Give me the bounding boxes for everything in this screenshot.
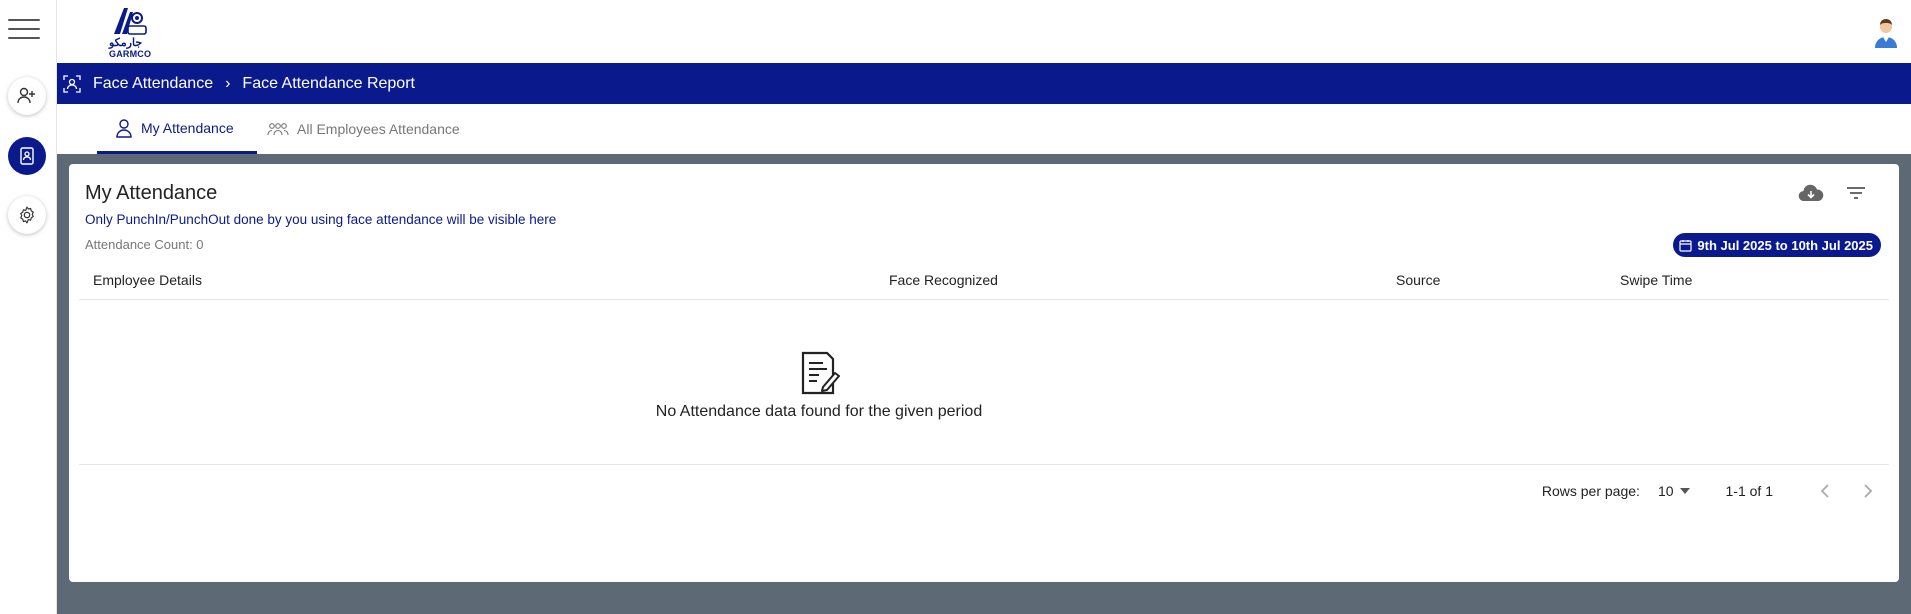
pagination: Rows per page: 10 1-1 of 1 (1542, 476, 1899, 506)
rows-per-page-select[interactable]: 10 (1658, 483, 1690, 499)
tab-label: All Employees Attendance (297, 121, 460, 137)
column-header-face-recognized: Face Recognized (889, 272, 998, 288)
date-range-chip[interactable]: 9th Jul 2025 to 10th Jul 2025 (1673, 233, 1881, 257)
tab-all-employees-attendance[interactable]: All Employees Attendance (267, 104, 460, 154)
chevron-left-icon (1820, 484, 1829, 498)
caret-down-icon (1679, 488, 1690, 494)
column-header-employee-details: Employee Details (93, 272, 202, 288)
download-button[interactable] (1796, 178, 1826, 208)
breadcrumb: Face Attendance › Face Attendance Report (57, 63, 1911, 104)
previous-page-button[interactable] (1811, 478, 1837, 504)
gear-icon (20, 206, 34, 224)
top-header: جارمكو GARMCO (57, 0, 1911, 63)
left-rail (0, 0, 57, 614)
breadcrumb-current: Face Attendance Report (242, 74, 415, 92)
add-user-icon (17, 87, 35, 104)
tab-label: My Attendance (141, 119, 234, 136)
date-range-text: 9th Jul 2025 to 10th Jul 2025 (1697, 237, 1873, 253)
rows-per-page-value: 10 (1657, 483, 1674, 499)
page-title: My Attendance (85, 182, 218, 204)
logo-text: GARMCO (109, 49, 152, 59)
face-attendance-nav-button[interactable] (8, 137, 46, 175)
next-page-button[interactable] (1855, 478, 1881, 504)
content-area: My Attendance Only PunchIn/PunchOut done… (57, 154, 1911, 614)
breadcrumb-separator: › (225, 74, 231, 92)
empty-message: No Attendance data found for the given p… (655, 403, 983, 420)
table-header: Employee Details Face Recognized Source … (79, 262, 1889, 300)
face-scan-icon (63, 74, 81, 93)
column-header-source: Source (1396, 272, 1441, 288)
calendar-icon (1679, 239, 1693, 252)
group-icon (267, 123, 289, 136)
avatar[interactable] (1873, 18, 1899, 48)
contact-book-icon (20, 147, 34, 165)
breadcrumb-parent-link[interactable]: Face Attendance (93, 75, 213, 93)
attendance-count: Attendance Count: 0 (85, 237, 204, 252)
filter-button[interactable] (1841, 178, 1871, 208)
cloud-download-icon (1798, 184, 1824, 202)
logo-arabic-text: جارمكو (109, 37, 143, 49)
column-header-swipe-time: Swipe Time (1620, 272, 1693, 288)
pagination-range: 1-1 of 1 (1725, 483, 1773, 499)
rows-per-page-label: Rows per page: (1541, 483, 1640, 499)
attendance-card: My Attendance Only PunchIn/PunchOut done… (69, 164, 1899, 582)
chevron-right-icon (1863, 484, 1872, 498)
settings-button[interactable] (8, 196, 46, 234)
add-user-button[interactable] (8, 77, 46, 115)
card-subtitle: Only PunchIn/PunchOut done by you using … (85, 212, 557, 227)
table-footer-divider (79, 464, 1889, 465)
tab-my-attendance[interactable]: My Attendance (97, 104, 257, 154)
person-icon (116, 118, 132, 138)
document-edit-icon (801, 351, 840, 395)
filter-icon (1847, 187, 1865, 199)
menu-icon[interactable] (8, 19, 40, 41)
tab-bar: My Attendance All Employees Attendance (57, 104, 1911, 154)
